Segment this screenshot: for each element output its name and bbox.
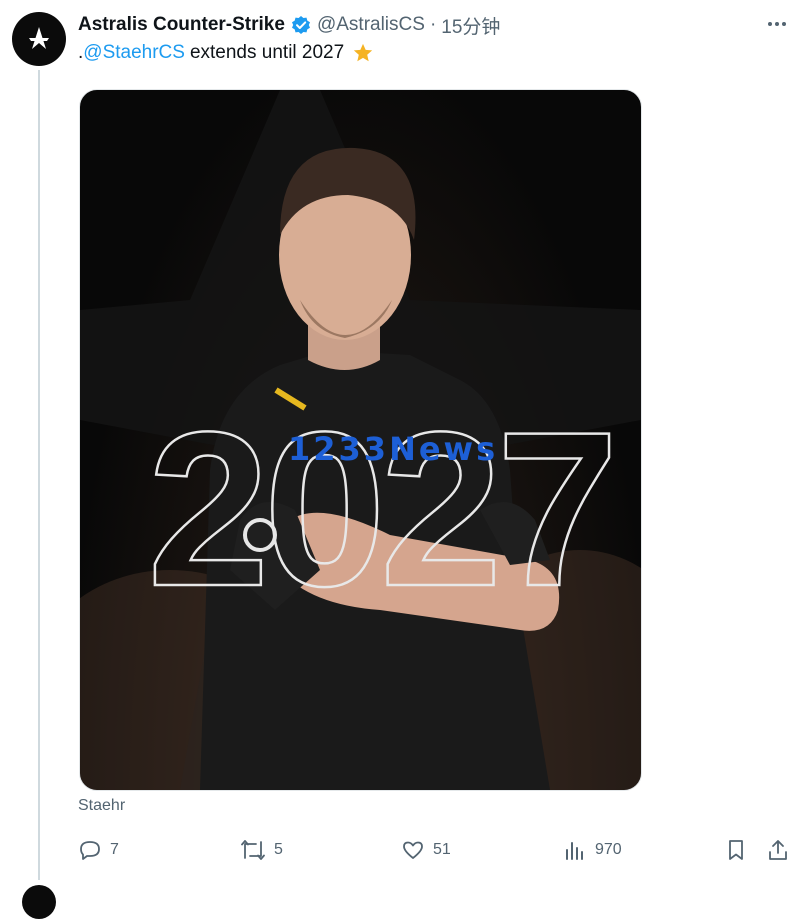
mention-link[interactable]: @StaehrCS bbox=[83, 42, 185, 64]
next-tweet-avatar[interactable] bbox=[22, 885, 56, 919]
like-count: 51 bbox=[433, 841, 451, 858]
views-icon bbox=[566, 842, 583, 860]
bookmark-icon bbox=[729, 840, 743, 860]
repost-button[interactable]: 5 bbox=[240, 834, 283, 866]
thread-line bbox=[38, 70, 40, 880]
star-emoji-icon bbox=[352, 42, 374, 64]
tweet-body: extends until 2027 bbox=[189, 42, 345, 63]
repost-icon bbox=[241, 840, 265, 860]
more-icon[interactable] bbox=[763, 14, 791, 34]
share-icon bbox=[769, 840, 787, 860]
astralis-logo-icon bbox=[29, 27, 49, 49]
author-handle[interactable]: @AstralisCS bbox=[317, 14, 425, 36]
like-button[interactable]: 51 bbox=[401, 834, 451, 866]
tweet-text: . @StaehrCS extends until 2027 bbox=[78, 42, 374, 64]
separator-dot: · bbox=[429, 14, 437, 35]
media-year-text: 2027 bbox=[147, 386, 612, 632]
watermark-text: 1233News bbox=[288, 430, 499, 468]
reply-button[interactable]: 7 bbox=[78, 834, 119, 866]
views-count: 970 bbox=[595, 841, 622, 858]
tweet-actions-bar: 7 5 51 970 bbox=[0, 834, 800, 866]
views-button[interactable]: 970 bbox=[563, 834, 622, 866]
bookmark-button[interactable] bbox=[724, 834, 748, 866]
reply-count: 7 bbox=[110, 841, 119, 858]
like-icon bbox=[403, 841, 423, 859]
repost-count: 5 bbox=[274, 841, 283, 858]
tweet-header: Astralis Counter-Strike @AstralisCS · 15… bbox=[78, 12, 500, 38]
tweet-timestamp[interactable]: 15分钟 bbox=[441, 12, 500, 39]
author-name[interactable]: Astralis Counter-Strike bbox=[78, 14, 285, 36]
media-caption: Staehr bbox=[78, 797, 126, 814]
share-button[interactable] bbox=[766, 834, 790, 866]
author-avatar[interactable] bbox=[12, 12, 66, 66]
verified-badge-icon bbox=[291, 15, 311, 35]
reply-icon bbox=[80, 841, 100, 860]
